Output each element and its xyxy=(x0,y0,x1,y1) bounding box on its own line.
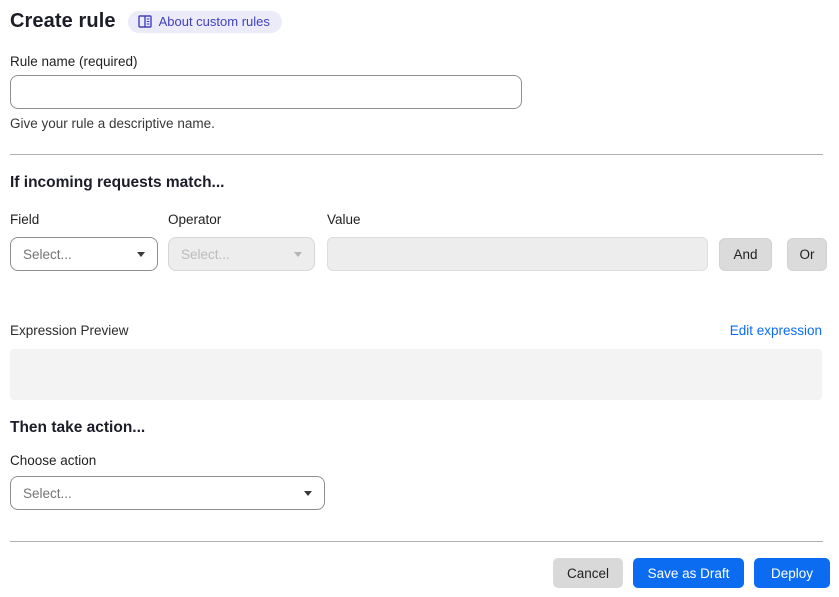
edit-expression-link[interactable]: Edit expression xyxy=(730,323,822,338)
expression-preview-box xyxy=(10,349,822,400)
and-button[interactable]: And xyxy=(719,237,772,271)
page-title: Create rule xyxy=(10,10,116,32)
book-icon xyxy=(137,14,152,28)
about-custom-rules-link[interactable]: About custom rules xyxy=(127,10,282,33)
match-column-labels: Field Operator Value xyxy=(10,212,830,227)
section-divider-top xyxy=(10,154,823,155)
field-label: Field xyxy=(10,212,40,227)
action-section-heading: Then take action... xyxy=(10,419,146,436)
operator-select-placeholder: Select... xyxy=(181,246,230,262)
field-select-placeholder: Select... xyxy=(23,246,72,262)
field-select[interactable]: Select... xyxy=(10,237,158,271)
chevron-down-icon xyxy=(304,490,312,496)
save-as-draft-button[interactable]: Save as Draft xyxy=(633,558,744,588)
choose-action-placeholder: Select... xyxy=(23,485,72,501)
about-custom-rules-label: About custom rules xyxy=(158,13,270,29)
match-controls-row: Select... Select... And Or xyxy=(10,237,830,271)
header: Create rule About custom rules xyxy=(10,10,830,33)
operator-select[interactable]: Select... xyxy=(168,237,315,271)
expression-preview-label: Expression Preview xyxy=(10,323,129,338)
chevron-down-icon xyxy=(294,251,302,257)
match-section-heading: If incoming requests match... xyxy=(10,174,225,191)
chevron-down-icon xyxy=(137,251,145,257)
create-rule-page: Create rule About custom rules Rule name… xyxy=(0,0,839,588)
value-label: Value xyxy=(327,212,361,227)
cancel-button[interactable]: Cancel xyxy=(553,558,623,588)
section-divider-bottom xyxy=(10,541,823,542)
deploy-button[interactable]: Deploy xyxy=(754,558,830,588)
footer-actions: Cancel Save as Draft Deploy xyxy=(10,558,830,588)
expression-preview-row: Expression Preview Edit expression xyxy=(10,323,830,338)
rule-name-help-text: Give your rule a descriptive name. xyxy=(10,116,215,131)
choose-action-select[interactable]: Select... xyxy=(10,476,325,510)
or-button[interactable]: Or xyxy=(787,237,827,271)
value-input[interactable] xyxy=(327,237,708,271)
choose-action-label: Choose action xyxy=(10,453,97,468)
operator-label: Operator xyxy=(168,212,222,227)
rule-name-label: Rule name (required) xyxy=(10,54,138,69)
rule-name-input[interactable] xyxy=(10,75,522,109)
